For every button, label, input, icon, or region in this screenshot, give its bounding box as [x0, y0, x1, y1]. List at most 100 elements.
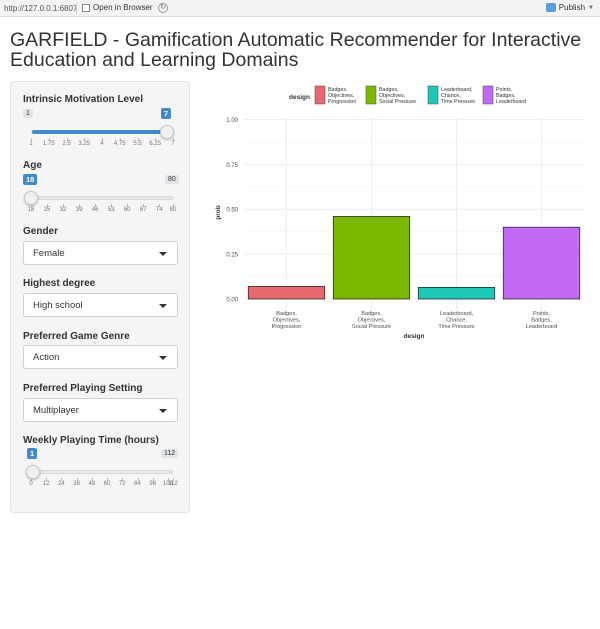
slider-min-label: 1 [23, 109, 33, 118]
x-tick-label: Badges, [361, 311, 382, 317]
slider-tick-label: 6.25 [149, 141, 162, 147]
slider-tick-label: 32 [59, 207, 67, 213]
genre-value: Action [33, 352, 60, 363]
x-tick-label: Leaderboard [526, 324, 558, 330]
slider-tick-label: 25 [43, 207, 51, 213]
slider-tick-label: 36 [73, 481, 80, 487]
open-in-browser-button[interactable]: Open in Browser [82, 3, 153, 12]
publish-label: Publish [558, 3, 586, 12]
slider-tick-label: 39 [75, 207, 83, 213]
setting-value: Multiplayer [33, 405, 79, 416]
legend-label: Social Pressure [379, 99, 416, 105]
slider-tick-label: 7 [171, 141, 175, 147]
x-tick-label: Objectives, [358, 318, 386, 324]
degree-select[interactable]: High school [23, 293, 178, 317]
x-tick-label: Chance, [446, 318, 467, 324]
degree-value: High school [33, 300, 83, 311]
slider-ticks: 18 25 32 39 46 53 60 67 74 80 [27, 204, 176, 214]
age-slider[interactable]: 18 80 18 25 32 39 46 53 60 67 74 80 [23, 172, 179, 214]
setting-label: Preferred Playing Setting [23, 383, 143, 394]
slider-handle[interactable] [160, 125, 174, 139]
slider-tick-label: 67 [139, 207, 147, 213]
slider-tick-label: 96 [149, 481, 157, 487]
playtime-label: Weekly Playing Time (hours) [23, 435, 159, 446]
slider-handle[interactable] [24, 191, 38, 205]
slider-tick-label: 4 [100, 141, 104, 147]
slider-handle[interactable] [26, 465, 40, 479]
slider-track[interactable] [31, 196, 173, 200]
slider-tick-label: 12 [42, 481, 50, 487]
recommendation-chart: 0.000.250.500.751.00Badges,Objectives,Pr… [215, 85, 584, 340]
chevron-down-icon: ▼ [588, 4, 594, 11]
playtime-slider[interactable]: 1 112 0 12 24 36 48 60 72 84 96 108 112 [25, 446, 179, 488]
motivation-label: Intrinsic Motivation Level [23, 94, 144, 105]
x-tick-label: Progression [272, 324, 302, 330]
url-text: http://127.0.0.1:6807 [4, 4, 78, 13]
slider-tick-label: 53 [107, 207, 115, 213]
slider-value-label: 1 [27, 448, 38, 459]
page-title: GARFIELD - Gamification Automatic Recomm… [10, 29, 582, 71]
x-tick-label: Time Pressure [438, 324, 474, 330]
slider-max-label: 80 [165, 175, 179, 184]
slider-tick-label: 2.5 [62, 141, 71, 147]
motivation-slider[interactable]: 1 7 1 1.75 2.5 3.25 4 4.75 5.5 6.25 7 [23, 106, 179, 148]
slider-tick-label: 48 [88, 481, 96, 487]
y-tick-label: 0.75 [226, 163, 238, 169]
slider-tick-label: 18 [27, 207, 35, 213]
viewer-toolbar: http://127.0.0.1:6807 Open in Browser ↻ … [0, 0, 600, 17]
chevron-down-icon [159, 304, 167, 308]
slider-max-label: 112 [161, 449, 179, 458]
legend-key [427, 85, 439, 105]
x-tick-label: Leaderboard, [440, 311, 474, 317]
slider-track[interactable] [31, 470, 173, 474]
chevron-down-icon [159, 252, 167, 256]
slider-value-label: 18 [23, 174, 38, 185]
bar [332, 216, 411, 300]
x-tick-label: Points, [533, 311, 551, 317]
slider-ticks: 1 1.75 2.5 3.25 4 4.75 5.5 6.25 7 [29, 138, 175, 148]
legend-label: Time Pressure [441, 99, 475, 105]
x-axis-title: design [404, 333, 425, 340]
sidebar-panel: Intrinsic Motivation Level 1 7 1 1.75 2.5 3… [10, 81, 190, 513]
x-tick-label: Badges, [531, 318, 552, 324]
setting-select[interactable]: Multiplayer [23, 398, 178, 422]
slider-track[interactable] [31, 130, 173, 134]
legend-label: Progression [328, 99, 356, 105]
degree-label: Highest degree [23, 278, 96, 289]
slider-fill [32, 130, 172, 134]
y-tick-label: 0.00 [226, 298, 238, 304]
slider-tick-label: 72 [118, 481, 126, 487]
legend-title: design [289, 94, 310, 101]
x-tick-label: Badges, [276, 311, 297, 317]
slider-value-label: 7 [161, 108, 172, 119]
slider-tick-label: 1 [29, 141, 33, 147]
gender-label: Gender [23, 226, 59, 237]
slider-tick-label: 112 [168, 481, 178, 487]
slider-tick-label: 4.75 [113, 141, 126, 147]
x-tick-label: Social Pressure [352, 324, 391, 330]
slider-tick-label: 46 [91, 207, 99, 213]
chevron-down-icon [159, 356, 167, 360]
y-tick-label: 0.25 [226, 253, 238, 259]
slider-tick-label: 80 [169, 207, 177, 213]
gender-select[interactable]: Female [23, 241, 178, 265]
bar [247, 286, 326, 300]
y-tick-label: 1.00 [226, 118, 238, 124]
slider-ticks: 0 12 24 36 48 60 72 84 96 108 112 [29, 478, 178, 488]
y-tick-label: 0.50 [226, 208, 238, 214]
chevron-down-icon [159, 409, 167, 413]
toolbar-divider [76, 3, 77, 14]
browser-icon [82, 3, 90, 12]
slider-tick-label: 74 [155, 207, 163, 213]
gender-value: Female [33, 248, 65, 259]
slider-tick-label: 60 [123, 207, 131, 213]
publish-icon [545, 3, 556, 12]
refresh-icon[interactable]: ↻ [158, 3, 168, 13]
genre-label: Preferred Game Genre [23, 331, 130, 342]
slider-tick-label: 60 [103, 481, 111, 487]
publish-button[interactable]: Publish ▼ [545, 3, 594, 12]
y-axis-title: prob [215, 205, 222, 219]
genre-select[interactable]: Action [23, 345, 178, 369]
x-tick-label: Objectives, [273, 318, 301, 324]
legend-key [314, 85, 326, 105]
